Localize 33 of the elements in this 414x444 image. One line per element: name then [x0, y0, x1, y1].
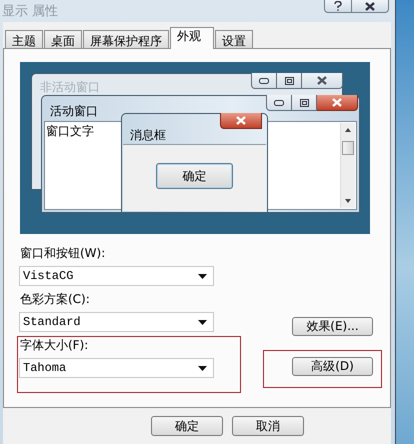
dialog-button[interactable]: 取消 — [232, 416, 304, 436]
dropdown[interactable]: VistaCG — [19, 266, 214, 286]
window-text: 窗口文字 — [46, 123, 94, 140]
tab[interactable]: 外观 — [170, 27, 214, 49]
ok-button[interactable]: 确定 — [156, 163, 233, 189]
dialog-button[interactable]: 高级(D) — [292, 357, 373, 376]
dropdown[interactable]: Tahoma — [19, 358, 214, 378]
scroll-thumb[interactable] — [342, 141, 354, 155]
dialog-button[interactable]: 效果(E)... — [292, 317, 373, 336]
window-title: 显示 属性 — [2, 3, 60, 20]
minimize-icon[interactable] — [274, 100, 284, 106]
close-icon[interactable] — [365, 2, 375, 10]
tab[interactable]: 屏幕保护程序 — [83, 30, 169, 48]
window-title: 消息框 — [130, 127, 166, 144]
window-title: 活动窗口 — [50, 103, 98, 120]
dialog-button[interactable]: 确定 — [151, 416, 223, 436]
maximize-icon[interactable] — [300, 98, 308, 106]
field-label: 字体大小(F): — [19, 338, 90, 352]
scroll-up-icon[interactable] — [345, 128, 351, 132]
help-button[interactable] — [324, 0, 352, 13]
caret-icon[interactable] — [198, 320, 207, 324]
caret-icon[interactable] — [198, 366, 207, 370]
scroll-down-icon[interactable] — [345, 199, 351, 203]
tab[interactable]: 桌面 — [44, 30, 82, 48]
caret-icon[interactable] — [198, 274, 207, 278]
field-label: 窗口和按钮(W): — [19, 246, 106, 260]
dropdown[interactable]: Standard — [19, 312, 214, 332]
tab[interactable]: 主题 — [5, 30, 43, 48]
close-button[interactable] — [352, 0, 389, 13]
field-label: 色彩方案(C): — [19, 292, 91, 306]
window-title: 非活动窗口 — [40, 79, 100, 96]
question-icon — [334, 1, 342, 11]
tab[interactable]: 设置 — [215, 30, 253, 48]
